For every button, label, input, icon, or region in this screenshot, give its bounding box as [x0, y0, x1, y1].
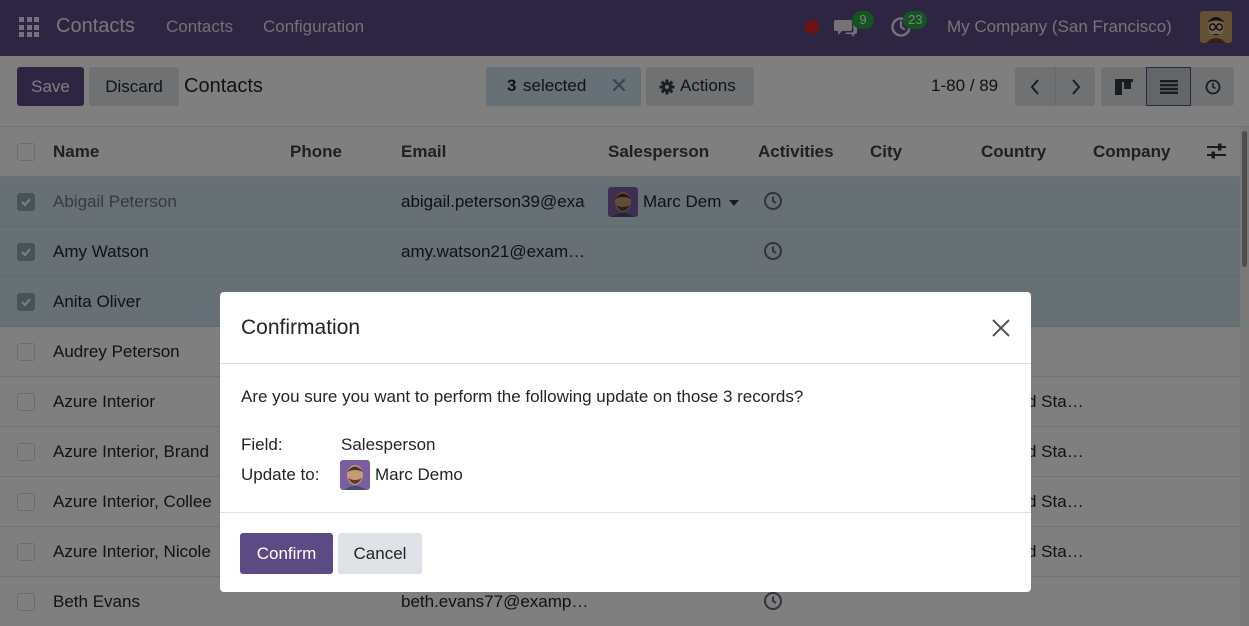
- cancel-button[interactable]: Cancel: [338, 533, 422, 574]
- dialog-body: Are you sure you want to perform the fol…: [220, 364, 1031, 512]
- confirm-button[interactable]: Confirm: [240, 533, 333, 574]
- dialog-title: Confirmation: [241, 316, 361, 339]
- confirmation-dialog: Confirmation Are you sure you want to pe…: [220, 292, 1031, 592]
- close-icon[interactable]: [991, 318, 1011, 338]
- update-to-label: Update to:: [241, 465, 320, 484]
- dialog-footer: Confirm Cancel: [220, 512, 1031, 592]
- update-to-value: Marc Demo: [375, 465, 463, 484]
- dialog-header: Confirmation: [220, 292, 1031, 364]
- field-value: Salesperson: [341, 435, 436, 454]
- dialog-message: Are you sure you want to perform the fol…: [241, 387, 804, 406]
- salesperson-avatar: [340, 460, 370, 490]
- field-label: Field:: [241, 435, 283, 454]
